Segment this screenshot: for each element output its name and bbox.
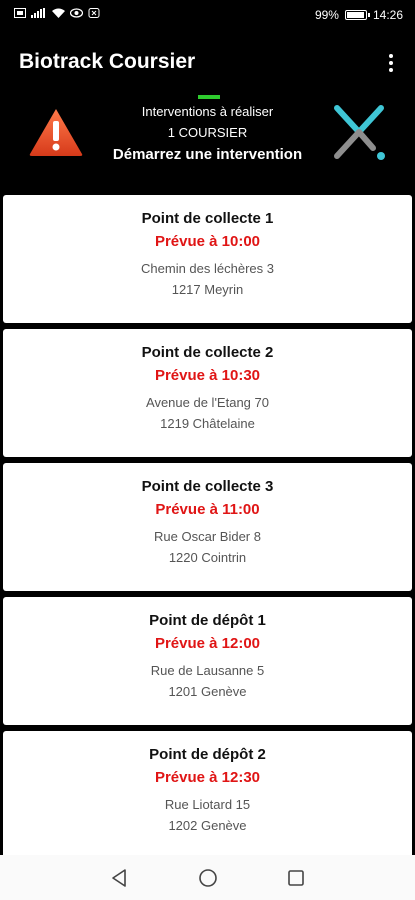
app-title: Biotrack Coursier	[19, 50, 196, 73]
biotrack-logo-icon	[334, 105, 385, 160]
card-title: Point de collecte 2	[141, 344, 274, 361]
intervention-card[interactable]: Point de collecte 3 Prévue à 11:00 Rue O…	[3, 463, 412, 591]
card-scheduled-time: Prévue à 12:00	[154, 635, 261, 652]
card-title: Point de collecte 3	[141, 478, 274, 495]
card-title: Point de dépôt 1	[149, 612, 266, 629]
home-circle-icon[interactable]	[197, 867, 219, 889]
card-scheduled-time: Prévue à 12:30	[154, 769, 261, 786]
battery-icon	[344, 10, 370, 20]
banner-heading: Interventions à réaliser	[141, 104, 274, 119]
intervention-card[interactable]: Point de collecte 2 Prévue à 10:30 Avenu…	[3, 329, 412, 457]
status-time: 14:26	[372, 8, 403, 22]
eye-icon	[70, 8, 83, 18]
recents-square-icon[interactable]	[285, 867, 307, 889]
card-street: Rue de Lausanne 5	[150, 663, 265, 678]
active-indicator	[198, 95, 220, 99]
card-street: Rue Liotard 15	[164, 797, 251, 812]
card-scheduled-time: Prévue à 10:30	[154, 367, 261, 384]
status-banner: Interventions à réaliser 1 COURSIER Déma…	[0, 92, 415, 192]
intervention-card[interactable]: Point de dépôt 1 Prévue à 12:00 Rue de L…	[3, 597, 412, 725]
card-city: 1202 Genève	[168, 818, 247, 833]
banner-courier-count: 1 COURSIER	[167, 125, 248, 140]
card-city: 1201 Genève	[168, 684, 247, 699]
battery-percent: 99%	[314, 8, 339, 22]
wifi-icon	[52, 8, 65, 18]
status-icons-left	[14, 8, 100, 18]
overflow-menu-icon[interactable]	[379, 48, 403, 78]
status-icons-right: 99% 14:26	[315, 8, 403, 22]
intervention-card[interactable]: Point de collecte 1 Prévue à 10:00 Chemi…	[3, 195, 412, 323]
card-street: Chemin des léchères 3	[141, 261, 274, 276]
menu-dot	[389, 54, 393, 58]
intervention-list[interactable]: Point de collecte 1 Prévue à 10:00 Chemi…	[0, 195, 415, 855]
card-scheduled-time: Prévue à 10:00	[154, 233, 261, 250]
card-street: Avenue de l'Etang 70	[146, 395, 269, 410]
card-city: 1220 Cointrin	[168, 550, 247, 565]
sim-icon	[14, 8, 26, 18]
card-title: Point de collecte 1	[141, 210, 274, 227]
app-bar: Biotrack Coursier	[0, 40, 415, 88]
card-city: 1219 Châtelaine	[160, 416, 255, 431]
menu-dot	[389, 61, 393, 65]
system-nav-bar	[0, 855, 415, 900]
warning-icon	[29, 109, 83, 156]
card-title: Point de dépôt 2	[149, 746, 266, 763]
battery-level	[346, 12, 364, 18]
card-city: 1217 Meyrin	[171, 282, 244, 297]
banner-call-to-action[interactable]: Démarrez une intervention	[95, 146, 320, 163]
status-bar: 99% 14:26	[0, 0, 415, 30]
card-street: Rue Oscar Bider 8	[154, 529, 261, 544]
nfc-icon	[88, 8, 100, 18]
card-scheduled-time: Prévue à 11:00	[155, 501, 260, 518]
back-triangle-icon[interactable]	[108, 867, 130, 889]
menu-dot	[389, 68, 393, 72]
signal-icon	[31, 8, 45, 18]
intervention-card[interactable]: Point de dépôt 2 Prévue à 12:30 Rue Liot…	[3, 731, 412, 855]
